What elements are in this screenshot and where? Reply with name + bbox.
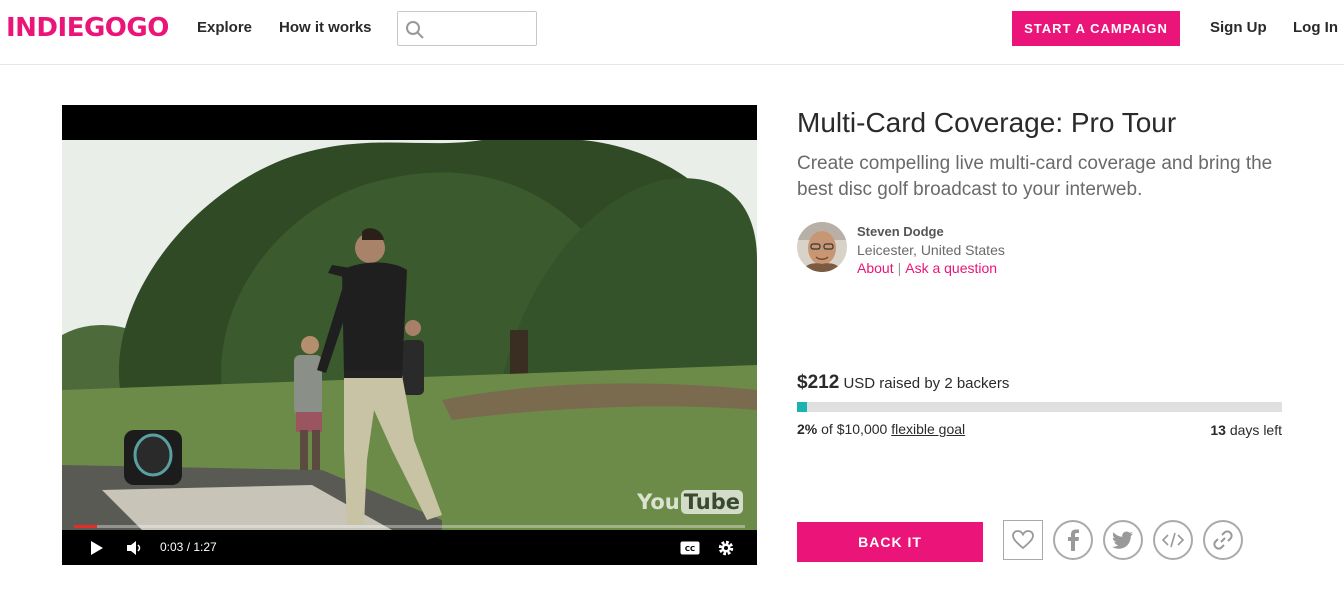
video-still-image: [62, 140, 757, 530]
video-progress-bar[interactable]: [74, 525, 745, 528]
indiegogo-logo[interactable]: INDIEGOGO: [6, 13, 169, 43]
raised-text: USD raised by 2 backers: [843, 375, 1010, 392]
favorite-button[interactable]: [1003, 520, 1043, 560]
share-twitter-button[interactable]: [1103, 520, 1143, 560]
link-icon: [1213, 530, 1233, 550]
settings-gear-icon[interactable]: [717, 539, 735, 557]
days-left: 13 days left: [1210, 422, 1282, 438]
copy-link-button[interactable]: [1203, 520, 1243, 560]
funds-raised: $212 USD raised by 2 backers: [797, 372, 1009, 394]
owner-name[interactable]: Steven Dodge: [857, 224, 944, 239]
goal-amount: of $10,000: [821, 421, 888, 437]
video-controls: 0:03 / 1:27 CC: [62, 530, 757, 565]
owner-links: About | Ask a question: [857, 260, 997, 276]
owner-location: Leicester, United States: [857, 242, 1005, 258]
sign-up-link[interactable]: Sign Up: [1210, 19, 1267, 36]
percent-funded: 2%: [797, 421, 818, 437]
volume-icon[interactable]: [126, 541, 142, 555]
log-in-link[interactable]: Log In: [1293, 19, 1338, 36]
nav-how-it-works[interactable]: How it works: [279, 19, 372, 36]
days-left-text: days left: [1229, 422, 1282, 438]
flexible-goal-link[interactable]: flexible goal: [891, 421, 965, 437]
play-icon[interactable]: [90, 540, 104, 556]
ask-question-link[interactable]: Ask a question: [905, 260, 997, 276]
embed-icon: [1162, 532, 1184, 548]
heart-icon: [1012, 530, 1034, 550]
funding-progress-fill: [797, 402, 807, 412]
video-frame[interactable]: You Tube: [62, 140, 757, 530]
campaign-tagline: Create compelling live multi-card covera…: [797, 153, 1273, 200]
start-campaign-button[interactable]: START A CAMPAIGN: [1012, 11, 1180, 46]
embed-button[interactable]: [1153, 520, 1193, 560]
campaign-title: Multi-Card Coverage: Pro Tour: [797, 107, 1177, 138]
owner-avatar[interactable]: [797, 222, 847, 272]
link-separator: |: [897, 260, 902, 276]
twitter-icon: [1112, 531, 1133, 549]
svg-text:CC: CC: [685, 545, 695, 553]
captions-icon[interactable]: CC: [680, 541, 700, 555]
video-player[interactable]: You Tube 0:03 / 1:27 CC: [62, 105, 757, 565]
search-input[interactable]: [430, 16, 530, 41]
site-header: INDIEGOGO Explore How it works START A C…: [0, 0, 1344, 65]
search-box: [397, 11, 537, 46]
about-link[interactable]: About: [857, 260, 894, 276]
video-progress-fill: [74, 525, 98, 528]
video-time-display: 0:03 / 1:27: [160, 540, 217, 554]
funding-progress-bar: [797, 402, 1282, 412]
owner-avatar-image: [797, 222, 847, 272]
back-it-button[interactable]: BACK IT: [797, 522, 983, 562]
facebook-icon: [1068, 529, 1079, 551]
raised-amount: $212: [797, 372, 840, 393]
share-facebook-button[interactable]: [1053, 520, 1093, 560]
nav-explore[interactable]: Explore: [197, 19, 252, 36]
goal-line: 2% of $10,000 flexible goal: [797, 421, 965, 437]
youtube-watermark[interactable]: You Tube: [637, 490, 743, 514]
search-icon[interactable]: [405, 20, 425, 40]
days-left-number: 13: [1210, 422, 1226, 438]
